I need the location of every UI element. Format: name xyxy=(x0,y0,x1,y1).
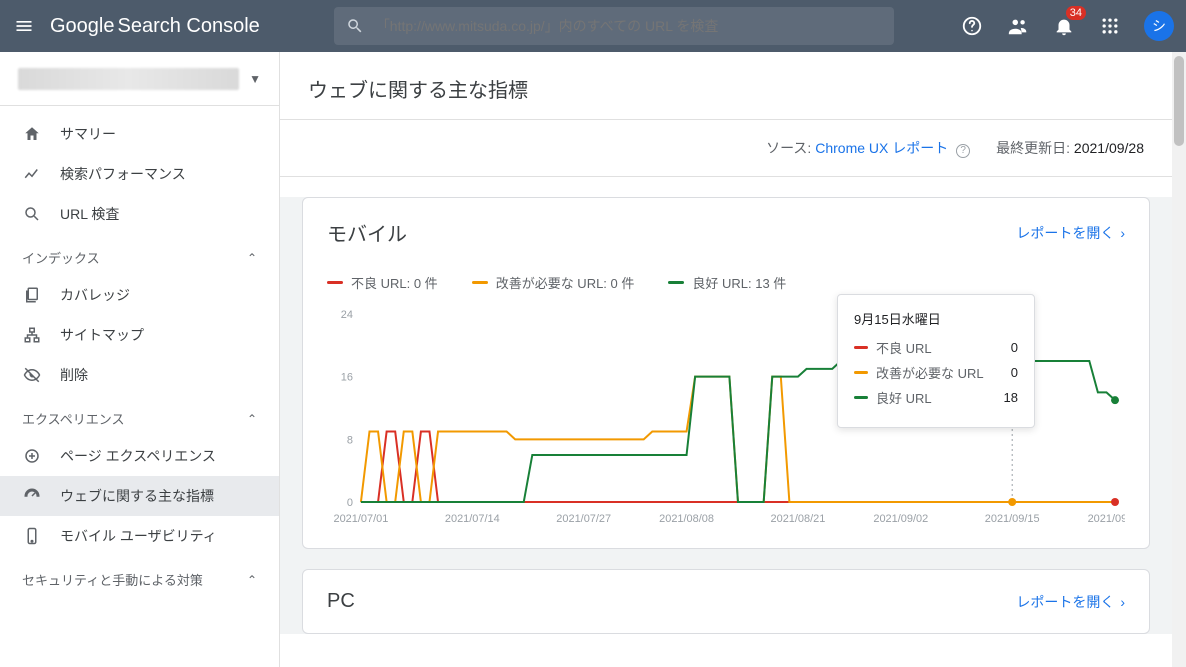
tooltip-swatch-warn xyxy=(854,371,868,374)
help-icon[interactable] xyxy=(960,14,984,38)
svg-text:2021/07/01: 2021/07/01 xyxy=(333,513,388,525)
legend-swatch-bad xyxy=(327,281,343,284)
property-selector[interactable]: ▼ xyxy=(0,52,279,106)
sidebar-item-removals[interactable]: 削除 xyxy=(0,355,279,395)
sidebar-item-mobile-usability[interactable]: モバイル ユーザビリティ xyxy=(0,516,279,556)
sidebar-item-label: URL 検査 xyxy=(60,204,119,224)
help-small-icon[interactable]: ? xyxy=(956,144,970,158)
sidebar-item-performance[interactable]: 検索パフォーマンス xyxy=(0,154,279,194)
legend-swatch-good xyxy=(668,281,684,284)
mobile-card-title: モバイル xyxy=(327,218,407,247)
people-icon[interactable] xyxy=(1006,14,1030,38)
notifications-badge: 34 xyxy=(1066,6,1086,20)
sidebar-item-url-inspect[interactable]: URL 検査 xyxy=(0,194,279,234)
trend-icon xyxy=(22,164,42,184)
content-area: ウェブに関する主な指標 ソース: Chrome UX レポート ? 最終更新日:… xyxy=(280,52,1172,667)
sidebar-item-label: カバレッジ xyxy=(60,285,130,305)
sidebar-item-label: ウェブに関する主な指標 xyxy=(60,486,214,506)
sidebar-group-security[interactable]: セキュリティと手動による対策 ⌃ xyxy=(0,556,279,597)
svg-text:2021/09/27: 2021/09/27 xyxy=(1088,513,1125,525)
hide-icon xyxy=(22,365,42,385)
chevron-up-icon: ⌃ xyxy=(247,251,257,265)
url-inspect-input[interactable] xyxy=(376,18,882,34)
svg-text:2021/07/14: 2021/07/14 xyxy=(445,513,500,525)
source-link[interactable]: Chrome UX レポート xyxy=(815,140,948,156)
search-icon xyxy=(22,204,42,224)
sidebar-item-sitemaps[interactable]: サイトマップ xyxy=(0,315,279,355)
open-report-button[interactable]: レポートを開く › xyxy=(1016,592,1125,612)
info-bar: ソース: Chrome UX レポート ? 最終更新日: 2021/09/28 xyxy=(280,120,1172,177)
home-icon xyxy=(22,124,42,144)
phone-icon xyxy=(22,526,42,546)
tooltip-swatch-good xyxy=(854,396,868,399)
tooltip-swatch-bad xyxy=(854,346,868,349)
sidebar-item-page-experience[interactable]: ページ エクスペリエンス xyxy=(0,436,279,476)
chart-legend: 不良 URL: 0 件 改善が必要な URL: 0 件 良好 URL: 13 件 xyxy=(327,273,1125,292)
chevron-right-icon: › xyxy=(1120,594,1125,610)
account-avatar[interactable]: シ xyxy=(1144,11,1174,41)
chart-tooltip: 9月15日水曜日 不良 URL0 改善が必要な URL0 良好 URL18 xyxy=(837,294,1035,428)
svg-text:8: 8 xyxy=(347,434,353,446)
content-scrollbar[interactable] xyxy=(1172,52,1186,667)
sidebar-item-summary[interactable]: サマリー xyxy=(0,114,279,154)
legend-swatch-warn xyxy=(472,281,488,284)
chevron-up-icon: ⌃ xyxy=(247,412,257,426)
app-logo[interactable]: Google Search Console xyxy=(50,15,260,38)
sidebar-item-label: サマリー xyxy=(60,124,116,144)
svg-text:2021/09/15: 2021/09/15 xyxy=(985,513,1040,525)
chevron-down-icon: ▼ xyxy=(249,72,261,86)
svg-text:16: 16 xyxy=(341,372,353,384)
sitemap-icon xyxy=(22,325,42,345)
last-updated-value: 2021/09/28 xyxy=(1074,140,1144,156)
sidebar-group-index[interactable]: インデックス ⌃ xyxy=(0,234,279,275)
chevron-up-icon: ⌃ xyxy=(247,573,257,587)
apps-grid-icon[interactable] xyxy=(1098,14,1122,38)
sidebar-item-label: サイトマップ xyxy=(60,325,144,345)
pc-card: PC レポートを開く › xyxy=(302,569,1150,634)
sidebar: ▼ サマリー 検索パフォーマンス URL 検査 インデックス ⌃ カバレッジ xyxy=(0,52,280,667)
open-report-button[interactable]: レポートを開く › xyxy=(1016,223,1125,243)
notifications-icon[interactable]: 34 xyxy=(1052,14,1076,38)
app-header: Google Search Console 34 シ xyxy=(0,0,1186,52)
page-title: ウェブに関する主な指標 xyxy=(280,52,1172,120)
hamburger-icon[interactable] xyxy=(12,14,36,38)
svg-text:24: 24 xyxy=(341,309,353,321)
sidebar-item-coverage[interactable]: カバレッジ xyxy=(0,275,279,315)
sidebar-item-label: モバイル ユーザビリティ xyxy=(60,526,217,546)
chevron-right-icon: › xyxy=(1120,225,1125,241)
sidebar-item-label: 削除 xyxy=(60,365,88,385)
property-name-redacted xyxy=(18,68,239,90)
svg-text:0: 0 xyxy=(347,497,353,509)
speed-icon xyxy=(22,486,42,506)
mobile-card: モバイル レポートを開く › 不良 URL: 0 件 改善が必要な URL: 0… xyxy=(302,197,1150,549)
svg-text:2021/07/27: 2021/07/27 xyxy=(556,513,611,525)
circle-plus-icon xyxy=(22,446,42,466)
search-icon xyxy=(346,17,364,35)
pc-card-title: PC xyxy=(327,590,355,613)
pages-icon xyxy=(22,285,42,305)
sidebar-item-core-web-vitals[interactable]: ウェブに関する主な指標 xyxy=(0,476,279,516)
url-inspect-searchbar[interactable] xyxy=(334,7,894,45)
svg-text:2021/09/02: 2021/09/02 xyxy=(873,513,928,525)
sidebar-item-label: ページ エクスペリエンス xyxy=(60,446,216,466)
sidebar-item-label: 検索パフォーマンス xyxy=(60,164,186,184)
sidebar-group-experience[interactable]: エクスペリエンス ⌃ xyxy=(0,395,279,436)
svg-text:2021/08/08: 2021/08/08 xyxy=(659,513,714,525)
svg-text:2021/08/21: 2021/08/21 xyxy=(771,513,826,525)
